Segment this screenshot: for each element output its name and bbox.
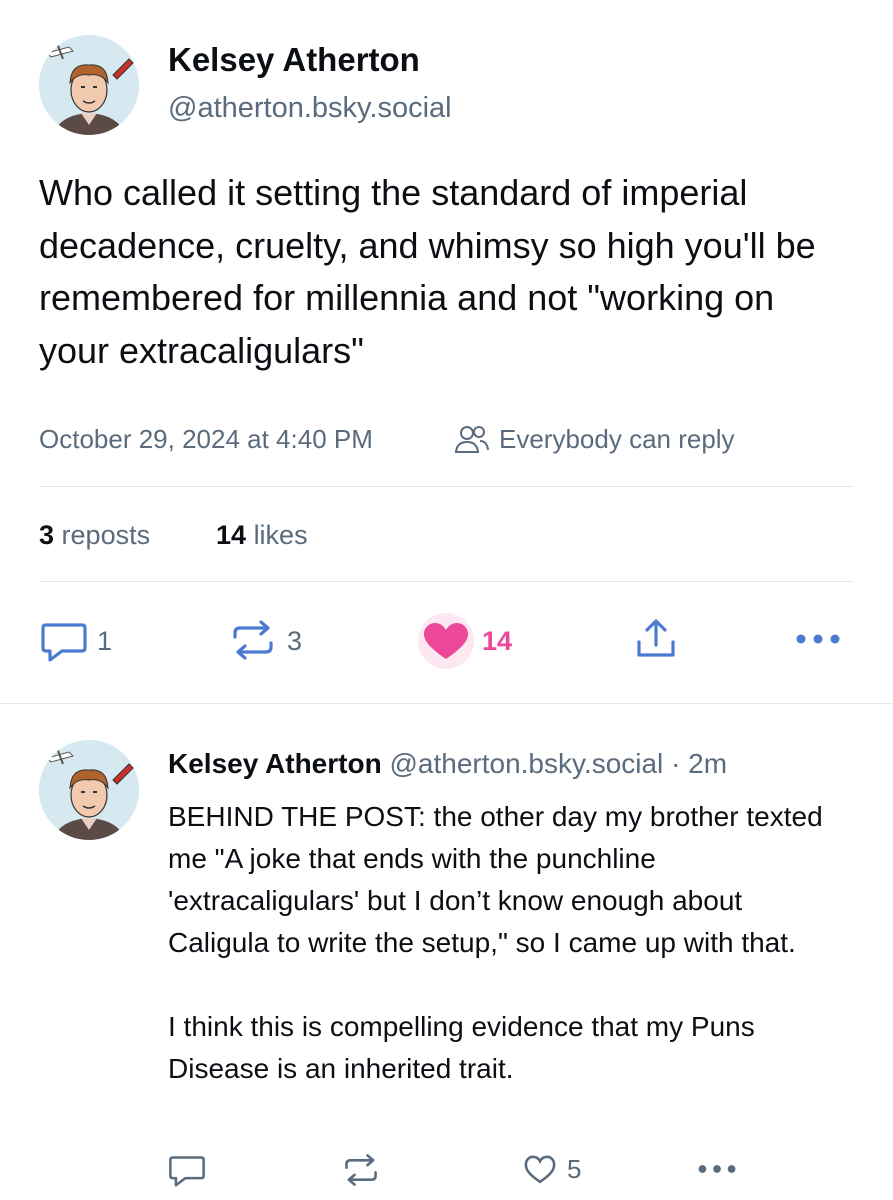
reply-icon [41,623,87,662]
heart-filled-icon [424,623,468,659]
more-options-button[interactable] [795,632,841,646]
avatar-illustration [39,740,139,840]
reply-author-handle[interactable]: @atherton.bsky.social [389,748,663,779]
reply-paragraph: BEHIND THE POST: the other day my brothe… [168,801,823,958]
author-avatar[interactable] [39,35,139,135]
reply-paragraph: I think this is compelling evidence that… [168,1011,755,1084]
avatar-illustration [39,35,139,135]
heart-outline-icon [524,1155,556,1184]
reply-like-count: 5 [567,1154,582,1184]
repost-count: 3 [287,626,303,656]
likes-label: likes [253,520,308,550]
reply-repost-button[interactable] [343,1153,379,1187]
reply-icon [169,1156,205,1187]
repost-button[interactable] [231,619,275,661]
repost-icon [233,620,273,660]
reply-like-button[interactable] [522,1152,558,1186]
share-button[interactable] [635,618,677,660]
reply-author-avatar[interactable] [39,740,139,840]
share-icon [637,619,675,657]
reply-time[interactable]: · 2m [671,748,727,779]
author-name[interactable]: Kelsey Atherton [168,40,420,80]
reply-author-name[interactable]: Kelsey Atherton [168,748,382,779]
reply-text: BEHIND THE POST: the other day my brothe… [168,796,848,1090]
like-count: 14 [482,626,513,656]
reply-setting[interactable]: Everybody can reply [499,422,735,456]
post-text: Who called it setting the standard of im… [39,172,816,371]
reply-reply-button[interactable] [168,1154,206,1188]
ellipsis-icon [796,634,840,644]
author-handle[interactable]: @atherton.bsky.social [168,90,452,126]
reply-more-options-button[interactable] [696,1163,738,1175]
repost-icon [345,1154,377,1186]
divider [39,486,854,487]
reposts-stat[interactable]: 3 reposts [39,518,150,552]
divider [39,581,854,582]
divider [0,703,893,704]
people-icon [455,424,489,454]
reply-count: 1 [97,626,113,656]
likes-stat[interactable]: 14 likes [216,518,308,552]
ellipsis-icon [698,1165,736,1173]
post-timestamp[interactable]: October 29, 2024 at 4:40 PM [39,422,373,456]
likes-count: 14 [216,520,247,550]
like-button[interactable] [418,613,474,669]
reply-button[interactable] [40,621,88,663]
reply-header: Kelsey Atherton @atherton.bsky.social · … [168,746,727,782]
reposts-count: 3 [39,520,55,550]
reposts-label: reposts [61,520,151,550]
